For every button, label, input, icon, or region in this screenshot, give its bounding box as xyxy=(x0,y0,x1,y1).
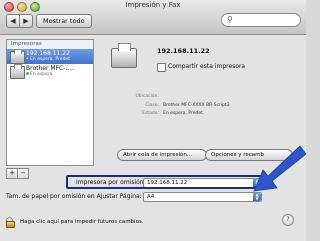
add-remove-buttons: + − xyxy=(6,168,29,179)
kind-value: Brother MFC-XXXX BR-Script3 xyxy=(163,103,230,108)
printer-list-item[interactable]: Brother MFC-..... En espera xyxy=(7,64,93,79)
status-dot-icon xyxy=(26,72,29,75)
printer-name: 192.168.11.22 xyxy=(26,50,70,57)
nav-buttons: ◀ ▶ xyxy=(6,14,33,28)
options-supplies-button[interactable]: Opciones y recamb xyxy=(205,149,293,161)
titlebar: Impresión y Fax ◀ ▶ Mostrar todo ⚲ xyxy=(0,0,306,35)
search-icon: ⚲ xyxy=(227,15,233,24)
select-arrows-icon: ▲ ▼ xyxy=(253,193,261,201)
default-paper-label: Tam. de papel por omisión en Ajustar Pág… xyxy=(6,193,142,200)
add-printer-button[interactable]: + xyxy=(7,169,17,178)
default-paper-value: A4 xyxy=(147,194,155,200)
printer-list[interactable]: Impresoras 192.168.11.22 • En espera, Pr… xyxy=(6,39,94,166)
printer-detail-panel: 192.168.11.22 Compartir esta impresora U… xyxy=(97,39,299,164)
open-print-queue-button[interactable]: Abrir cola de impresión... xyxy=(117,149,207,161)
show-all-button[interactable]: Mostrar todo xyxy=(36,14,92,28)
print-and-fax-window: Impresión y Fax ◀ ▶ Mostrar todo ⚲ Impre… xyxy=(0,0,306,241)
search-field[interactable]: ⚲ xyxy=(221,13,301,27)
kind-label: Clase: xyxy=(145,103,159,108)
printer-icon xyxy=(10,64,25,79)
back-button[interactable]: ◀ xyxy=(7,15,19,27)
printer-name: Brother MFC-..... xyxy=(26,65,75,72)
highlight-box xyxy=(66,175,262,189)
printer-status-text: En espera xyxy=(30,72,53,77)
printer-large-icon xyxy=(111,43,137,68)
window-title: Impresión y Fax xyxy=(125,1,181,9)
status-value: En espera, Predet. xyxy=(163,111,205,116)
help-button[interactable]: ? xyxy=(282,214,294,226)
printer-icon xyxy=(10,49,25,64)
printer-list-item[interactable]: 192.168.11.22 • En espera, Predet. xyxy=(7,49,93,64)
selected-printer-name: 192.168.11.22 xyxy=(157,47,210,55)
forward-button[interactable]: ▶ xyxy=(19,15,32,27)
share-printer-checkbox[interactable] xyxy=(157,63,166,72)
printer-status: En espera xyxy=(26,72,52,78)
default-paper-select[interactable]: A4 ▲ ▼ xyxy=(143,192,262,202)
lock-message: Haga clic aquí para impedir futuros camb… xyxy=(20,219,144,225)
remove-printer-button[interactable]: − xyxy=(17,169,28,178)
location-label: Ubicación: xyxy=(135,94,159,99)
printer-status: • En espera, Predet. xyxy=(26,57,72,62)
status-label: Estado: xyxy=(142,111,159,116)
printer-list-header: Impresoras xyxy=(7,40,93,49)
share-printer-label: Compartir esta impresora xyxy=(168,63,246,70)
lock-icon[interactable] xyxy=(5,216,15,228)
